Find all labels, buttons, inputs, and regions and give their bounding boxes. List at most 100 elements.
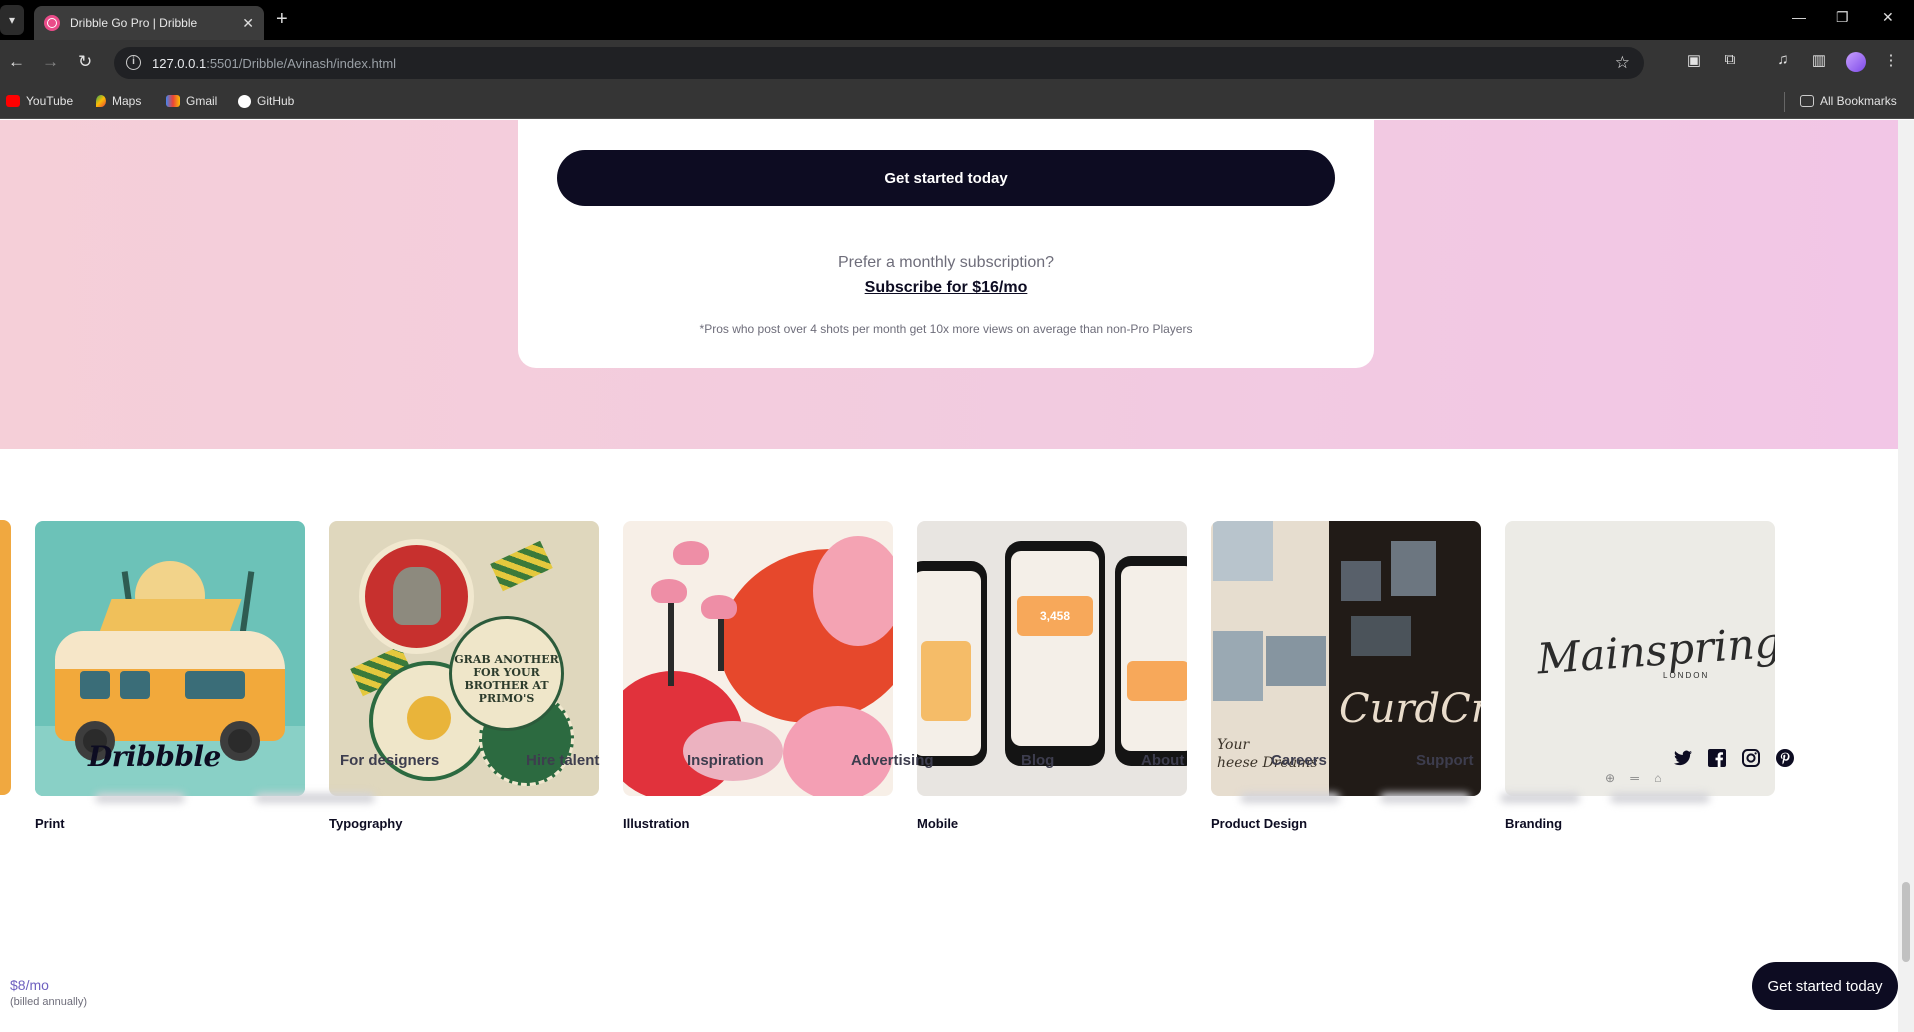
pricing-card: Get started today Prefer a monthly subsc… — [518, 120, 1374, 368]
browser-tab-bar: ▾ Dribble Go Pro | Dribble ✕ + — ❐ ✕ — [0, 0, 1914, 40]
facebook-icon[interactable] — [1707, 748, 1727, 768]
small-mushroom-shape — [651, 579, 687, 603]
mushroom-gill-shape — [813, 536, 893, 646]
van-wheel — [220, 721, 260, 761]
subscribe-monthly-link[interactable]: Subscribe for $16/mo — [518, 279, 1374, 297]
stem-shape — [668, 596, 674, 686]
photo-shape — [1266, 636, 1326, 686]
orange-card-shape — [1127, 661, 1187, 701]
pricing-section: Get started today Prefer a monthly subsc… — [0, 120, 1914, 449]
bookmark-maps[interactable]: Maps — [96, 94, 141, 108]
london-text: LONDON — [1663, 671, 1710, 680]
twitter-icon[interactable] — [1673, 748, 1693, 768]
cast-icon[interactable]: ▣ — [1683, 51, 1705, 73]
youtube-icon — [6, 95, 20, 107]
small-mushroom-shape — [701, 595, 737, 619]
cream-badge: GRAB ANOTHER FOR YOUR BROTHER AT PRIMO'S — [449, 616, 564, 731]
annual-price: $8/mo — [10, 977, 49, 993]
red-badge-shape — [359, 539, 474, 654]
extensions-icon[interactable]: ⧉ — [1719, 51, 1741, 73]
folder-icon — [1800, 95, 1814, 107]
all-bookmarks[interactable]: All Bookmarks — [1800, 94, 1897, 108]
footer-link-blog[interactable]: Blog — [1021, 752, 1054, 769]
page-viewport: Get started today Prefer a monthly subsc… — [0, 120, 1914, 1032]
stat-card: 3,458 — [1017, 596, 1093, 636]
bookmarks-bar: YouTube Maps Gmail GitHub All Bookmarks — [0, 85, 1914, 119]
maps-icon — [96, 95, 106, 107]
tomato-shape — [407, 696, 451, 740]
bookmark-label: YouTube — [26, 94, 74, 108]
photo-shape — [1351, 616, 1411, 656]
restore-icon[interactable]: ❐ — [1836, 9, 1849, 26]
van-top-shape — [55, 631, 285, 669]
bookmark-github[interactable]: GitHub — [238, 94, 294, 108]
side-panel-icon[interactable]: ▥ — [1808, 51, 1830, 73]
mainspring-logo: Mainspring — [1535, 617, 1775, 684]
site-info-icon[interactable]: i — [126, 55, 141, 70]
new-tab-icon[interactable]: + — [276, 8, 288, 31]
phone-screen-shape — [1011, 551, 1099, 746]
footer-link-inspiration[interactable]: Inspiration — [687, 752, 764, 769]
address-bar[interactable]: i 127.0.0.1:5501/Dribble/Avinash/index.h… — [114, 47, 1644, 79]
footer-link-designers[interactable]: For designers — [340, 752, 439, 769]
bookmark-youtube[interactable]: YouTube — [6, 94, 73, 108]
sticky-pricing-bar: $8/mo (billed annually) Get started toda… — [0, 962, 1898, 1032]
carousel-peek-thumbnail[interactable] — [0, 520, 11, 795]
page-scrollbar[interactable] — [1898, 120, 1914, 1032]
minimize-icon[interactable]: — — [1792, 9, 1806, 25]
tab-search-button[interactable]: ▾ — [0, 5, 24, 35]
blurred-footer-row — [0, 775, 1898, 825]
all-bookmarks-label: All Bookmarks — [1820, 94, 1897, 108]
get-started-button[interactable]: Get started today — [557, 150, 1335, 206]
pro-footnote: *Pros who post over 4 shots per month ge… — [699, 322, 1193, 336]
scrollbar-thumb[interactable] — [1902, 882, 1910, 962]
footer-link-hire-talent[interactable]: Hire talent — [526, 752, 599, 769]
reload-icon[interactable]: ↻ — [78, 52, 92, 72]
bookmark-label: Maps — [112, 94, 142, 108]
van-window — [120, 671, 150, 699]
photo-shape — [1213, 521, 1273, 581]
tab-close-icon[interactable]: ✕ — [242, 15, 254, 32]
menu-kebab-icon[interactable]: ⋮ — [1880, 51, 1902, 73]
pink-blob-shape — [683, 721, 783, 781]
van-window — [80, 671, 110, 699]
branding-thumbnail[interactable]: Mainspring LONDON ⊕ ═ ⌂ — [1505, 521, 1775, 796]
orange-chart-shape — [921, 641, 971, 721]
billing-note: (billed annually) — [10, 996, 88, 1008]
checker-label-shape — [490, 540, 553, 592]
profile-avatar[interactable] — [1846, 52, 1866, 72]
url-text[interactable]: 127.0.0.1:5501/Dribble/Avinash/index.htm… — [152, 56, 396, 71]
github-icon — [238, 94, 251, 108]
photo-shape — [1213, 631, 1263, 701]
window-close-icon[interactable]: ✕ — [1882, 9, 1894, 26]
forward-icon[interactable]: → — [42, 52, 59, 72]
tab-title: Dribble Go Pro | Dribble — [70, 16, 198, 30]
bookmarks-divider — [1784, 92, 1785, 112]
footer-link-about[interactable]: About — [1141, 752, 1184, 769]
dribbble-favicon-icon — [44, 15, 60, 31]
curd-wordmark: CurdCre — [1339, 686, 1481, 732]
back-icon[interactable]: ← — [8, 52, 25, 72]
photo-shape — [1391, 541, 1436, 596]
footer-link-advertising[interactable]: Advertising — [851, 752, 934, 769]
instagram-icon[interactable] — [1741, 748, 1761, 768]
dribbble-logo[interactable]: Dribbble — [88, 740, 221, 773]
bookmark-label: GitHub — [257, 94, 295, 108]
footer-link-support[interactable]: Support — [1416, 752, 1474, 769]
gmail-icon — [166, 95, 180, 107]
van-window — [185, 671, 245, 699]
sticky-get-started-button[interactable]: Get started today — [1752, 962, 1898, 1010]
bookmark-label: Gmail — [186, 94, 218, 108]
footer-link-careers[interactable]: Careers — [1271, 752, 1327, 769]
browser-tab[interactable]: Dribble Go Pro | Dribble ✕ — [34, 6, 264, 40]
van-roof-shape — [98, 599, 242, 635]
photo-shape — [1341, 561, 1381, 601]
bookmark-gmail[interactable]: Gmail — [166, 94, 217, 108]
phone-screen-shape — [1121, 566, 1187, 751]
pinterest-icon[interactable] — [1775, 748, 1795, 768]
media-icon[interactable]: ♫ — [1772, 51, 1794, 73]
monthly-prompt: Prefer a monthly subscription? — [837, 254, 1055, 271]
small-mushroom-shape — [673, 541, 709, 565]
stem-shape — [718, 611, 724, 671]
bookmark-star-icon[interactable]: ☆ — [1615, 53, 1630, 73]
